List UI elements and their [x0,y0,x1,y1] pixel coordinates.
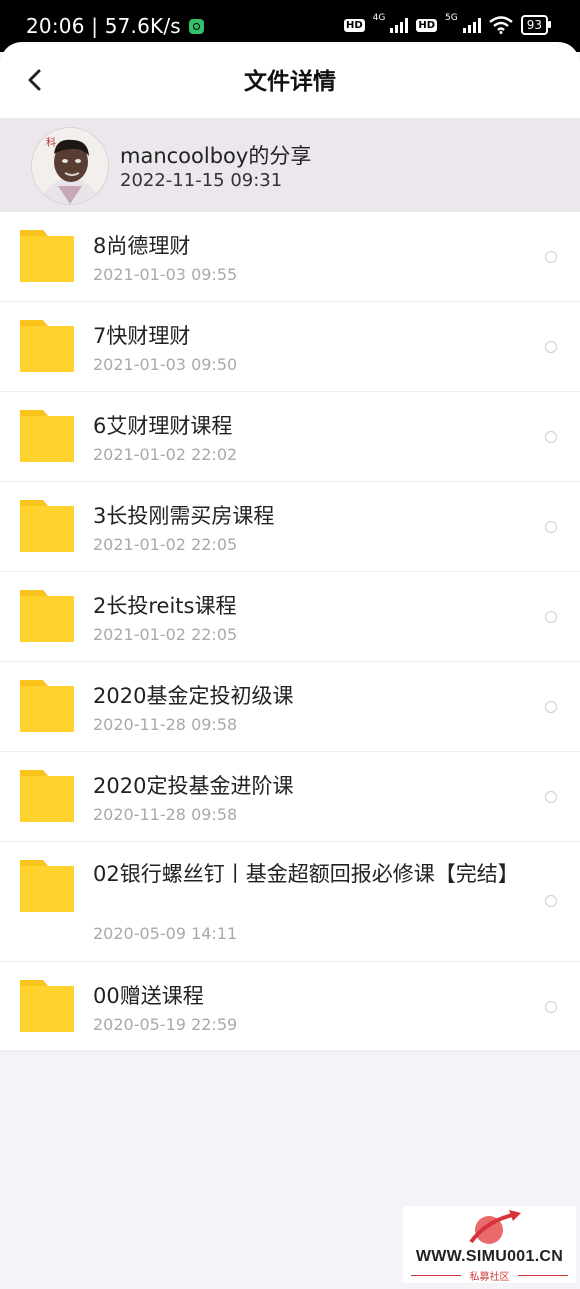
select-radio[interactable] [545,791,557,803]
file-time: 2021-01-02 22:05 [93,625,238,644]
select-radio[interactable] [545,1001,557,1013]
list-item[interactable]: 2020基金定投初级课 2020-11-28 09:58 [0,662,580,752]
status-left: 20:06 | 57.6K/s [26,14,204,38]
watermark-divider-right [518,1275,568,1276]
select-radio[interactable] [545,611,557,623]
list-item[interactable]: 8尚德理财 2021-01-03 09:55 [0,212,580,302]
watermark-logo-icon [469,1210,521,1244]
select-radio[interactable] [545,341,557,353]
sharer-name: mancoolboy的分享 [120,144,312,168]
file-name: 3长投刚需买房课程 [93,504,275,528]
file-list: 8尚德理财 2021-01-03 09:55 7快财理财 2021-01-03 … [0,212,580,1052]
folder-icon [19,588,75,644]
file-name: 8尚德理财 [93,234,191,258]
list-item[interactable]: 00赠送课程 2020-05-19 22:59 [0,962,580,1052]
svg-text:科: 科 [46,136,56,149]
list-item[interactable]: 2长投reits课程 2021-01-02 22:05 [0,572,580,662]
share-time: 2022-11-15 09:31 [120,170,283,191]
file-time: 2021-01-03 09:50 [93,355,238,374]
top-bar: 文件详情 [0,42,580,118]
battery-indicator: 93 [520,15,552,35]
wifi-icon [488,16,513,34]
file-name: 6艾财理财课程 [93,414,233,438]
file-time: 2021-01-02 22:05 [93,535,238,554]
folder-icon [19,768,75,824]
hd-badge-1: HD [343,18,365,32]
folder-icon [19,498,75,554]
list-item[interactable]: 7快财理财 2021-01-03 09:50 [0,302,580,392]
file-name: 2020定投基金进阶课 [93,774,294,798]
list-item[interactable]: 02银行螺丝钉丨基金超额回报必修课【完结】 2020-05-09 14:11 [0,842,580,962]
select-radio[interactable] [545,431,557,443]
file-time: 2020-05-19 22:59 [93,1015,238,1034]
file-time: 2021-01-03 09:55 [93,265,238,284]
folder-icon [19,318,75,374]
file-name: 02银行螺丝钉丨基金超额回报必修课【完结】 [93,862,519,886]
network-type-2: 5G [445,13,458,23]
file-name: 2020基金定投初级课 [93,684,294,708]
file-time: 2020-11-28 09:58 [93,715,238,734]
folder-icon [19,228,75,284]
watermark: WWW.SIMU001.CN 私募社区 [403,1206,576,1283]
select-radio[interactable] [545,521,557,533]
select-radio[interactable] [545,895,557,907]
list-item[interactable]: 3长投刚需买房课程 2021-01-02 22:05 [0,482,580,572]
file-name: 7快财理财 [93,324,191,348]
page-title: 文件详情 [244,69,336,95]
hd-badge-2: HD [416,18,438,32]
folder-icon [19,978,75,1034]
signal-bars-2-icon [462,17,481,33]
avatar-image: 科 [32,128,108,204]
file-time: 2021-01-02 22:02 [93,445,238,464]
folder-icon [19,858,75,914]
select-radio[interactable] [545,701,557,713]
watermark-url: WWW.SIMU001.CN [415,1248,564,1265]
clock-and-speed: 20:06 | 57.6K/s [26,14,181,38]
app-notification-icon [188,18,204,34]
list-item[interactable]: 6艾财理财课程 2021-01-02 22:02 [0,392,580,482]
file-details-sheet: 文件详情 科 mancoolboy的分享 2022-11-15 09:31 8尚… [0,42,580,1052]
avatar[interactable]: 科 [31,127,109,205]
file-time: 2020-11-28 09:58 [93,805,238,824]
folder-icon [19,678,75,734]
folder-icon [19,408,75,464]
sharer-info: 科 mancoolboy的分享 2022-11-15 09:31 [0,118,580,212]
file-time: 2020-05-09 14:11 [93,924,238,943]
select-radio[interactable] [545,251,557,263]
signal-bars-1-icon [390,17,409,33]
list-item[interactable]: 2020定投基金进阶课 2020-11-28 09:58 [0,752,580,842]
file-name: 2长投reits课程 [93,594,237,618]
status-right: HD 4G HD 5G 93 [343,13,552,35]
file-name: 00赠送课程 [93,984,204,1008]
network-type-1: 4G [372,13,386,23]
